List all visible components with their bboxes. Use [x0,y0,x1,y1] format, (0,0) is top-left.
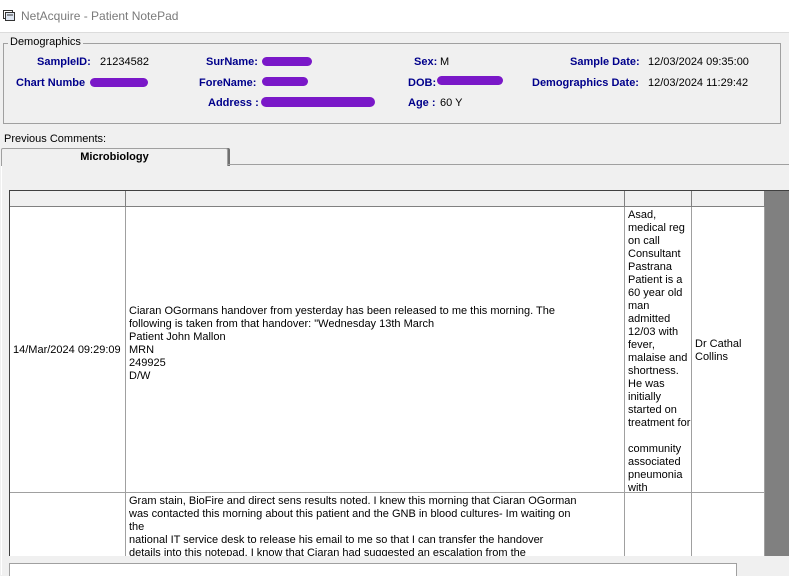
tab-microbiology[interactable]: Microbiology [1,148,228,166]
title-bar: NetAcquire - Patient NotePad [0,0,789,33]
sample-date-label: Sample Date: [570,56,640,68]
tab-microbiology-label: Microbiology [80,151,149,163]
grid-header-comment[interactable] [126,191,625,207]
horizontal-scrollbar[interactable] [9,563,737,576]
grid-header-note[interactable] [625,191,692,207]
age-label: Age : [408,97,436,109]
tab-divider [228,164,789,165]
table-row-2-note-cell[interactable] [625,493,692,556]
redacted-surname [262,57,312,66]
row-1-comment: Ciaran OGormans handover from yesterday … [129,305,555,382]
demographics-group-label: Demographics [8,36,83,48]
forename-label: ForeName: [199,77,257,89]
table-row-1-author-cell[interactable]: Dr Cathal Collins [692,207,765,493]
redacted-address [261,97,375,107]
table-row-2-datetime-cell[interactable] [10,493,126,556]
redacted-forename [262,77,308,86]
sample-id-label: SampleID: [37,56,91,68]
demographics-date-label: Demographics Date: [532,77,639,89]
address-label: Address : [208,97,259,109]
sample-id-value: 21234582 [100,56,149,68]
comments-grid[interactable]: 14/Mar/2024 09:29:09 Ciaran OGormans han… [9,190,789,556]
sex-value: M [440,56,450,68]
sex-label: Sex: [414,56,438,68]
age-value: 60 Y [440,97,463,109]
table-row-2-author-cell[interactable] [692,493,765,556]
row-1-author: Dr Cathal Collins [695,338,742,363]
demographics-date-value: 12/03/2024 11:29:42 [648,77,749,89]
sample-date-value: 12/03/2024 09:35:00 [648,56,749,68]
grid-header-datetime[interactable] [10,191,126,207]
grid-header-author[interactable] [692,191,765,207]
table-row-2-comment-cell[interactable]: Gram stain, BioFire and direct sens resu… [126,493,625,556]
app-icon [3,10,15,21]
row-2-comment: Gram stain, BioFire and direct sens resu… [129,495,577,556]
table-row-1-comment-cell[interactable]: Ciaran OGormans handover from yesterday … [126,207,625,493]
redacted-chart-number [90,78,148,87]
redacted-dob [437,76,503,85]
surname-label: SurName: [206,56,258,68]
dob-label: DOB: [408,77,437,89]
row-1-datetime: 14/Mar/2024 09:29:09 [13,344,121,356]
table-row-1-note-cell[interactable]: Asad, medical reg on call Consultant Pas… [625,207,692,493]
previous-comments-label: Previous Comments: [4,133,107,145]
row-1-note: Asad, medical reg on call Consultant Pas… [628,209,691,493]
window-title: NetAcquire - Patient NotePad [21,9,179,23]
chart-number-label: Chart Numbe [16,77,86,89]
table-row-1-datetime-cell[interactable]: 14/Mar/2024 09:29:09 [10,207,126,493]
